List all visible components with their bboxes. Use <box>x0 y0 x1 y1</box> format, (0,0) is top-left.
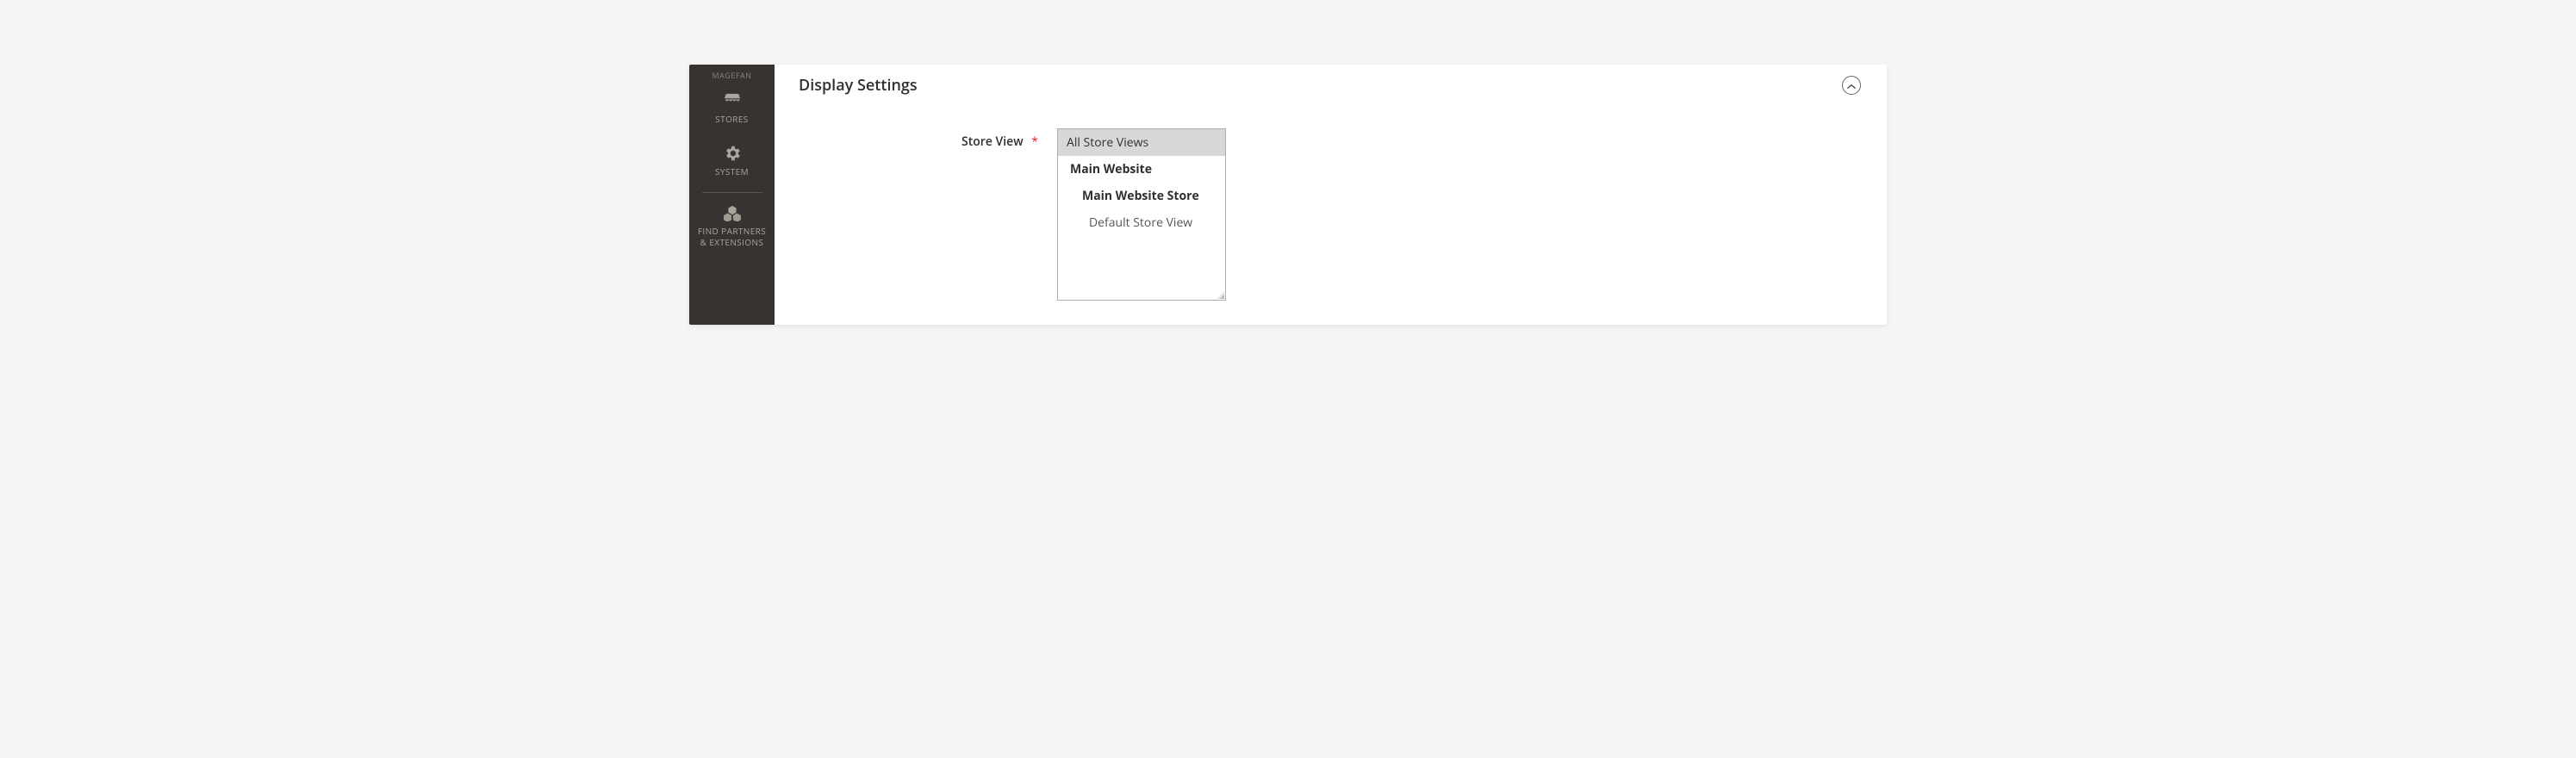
sidebar-item-label: STORES <box>715 114 748 125</box>
stores-icon <box>723 91 742 110</box>
chevron-up-icon <box>1847 78 1856 94</box>
sidebar-item-system[interactable]: SYSTEM <box>689 135 775 188</box>
content-area: Display Settings Store View * All Store … <box>775 65 1887 325</box>
store-view-option[interactable]: Main Website Store <box>1058 183 1225 209</box>
sidebar-item-label: SYSTEM <box>715 166 749 177</box>
resize-handle[interactable] <box>1216 290 1224 299</box>
store-view-option[interactable]: All Store Views <box>1058 129 1225 156</box>
sidebar-item-label: FIND PARTNERS & EXTENSIONS <box>698 226 766 247</box>
form-label: Store View * <box>799 128 1057 150</box>
panel: MAGEFAN STORES SYSTEM <box>689 65 1887 325</box>
section-header: Display Settings <box>799 73 1861 120</box>
partners-icon <box>723 203 742 222</box>
section-title: Display Settings <box>799 75 918 96</box>
store-view-select[interactable]: All Store Views Main Website Main Websit… <box>1057 128 1226 301</box>
store-view-option[interactable]: Default Store View <box>1058 209 1225 236</box>
required-asterisk: * <box>1031 134 1038 150</box>
collapse-button[interactable] <box>1842 76 1861 95</box>
admin-sidebar: MAGEFAN STORES SYSTEM <box>689 65 775 325</box>
sidebar-item-partners[interactable]: FIND PARTNERS & EXTENSIONS <box>689 195 775 258</box>
store-view-label: Store View <box>961 134 1024 150</box>
store-view-option[interactable]: Main Website <box>1058 156 1225 183</box>
form-row-store-view: Store View * All Store Views Main Websit… <box>799 120 1861 301</box>
system-icon <box>723 144 742 163</box>
sidebar-item-stores[interactable]: STORES <box>689 83 775 135</box>
sidebar-section-label: MAGEFAN <box>689 65 775 83</box>
sidebar-separator <box>702 192 762 193</box>
